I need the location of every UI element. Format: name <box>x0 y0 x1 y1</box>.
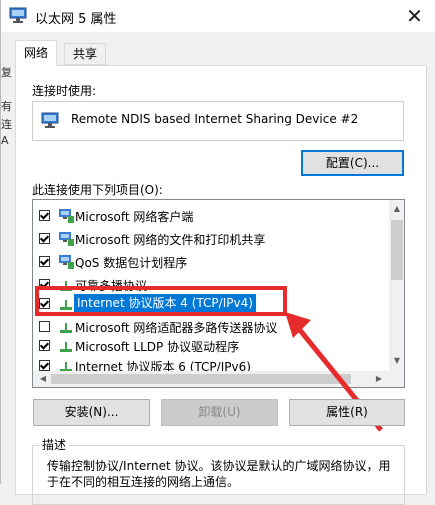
qos-scheduler-icon <box>59 255 74 269</box>
checkbox[interactable] <box>39 340 50 351</box>
install-button[interactable]: 安装(N)... <box>33 399 150 426</box>
network-adapter-icon <box>41 112 59 128</box>
properties-dialog: 复 有 连 A 以太网 5 属性 ✕ 网络 共享 连接时使用: Remote N… <box>0 0 435 505</box>
background-fragment: A <box>1 134 9 147</box>
scroll-thumb[interactable] <box>391 220 403 280</box>
close-button[interactable]: ✕ <box>393 0 435 32</box>
description-title: 描述 <box>39 436 70 453</box>
items-label: 此连接使用下列项目(O): <box>32 183 163 197</box>
scroll-up-icon[interactable]: ▲ <box>389 204 404 213</box>
file-printer-sharing-icon <box>59 232 74 246</box>
device-name: Remote NDIS based Internet Sharing Devic… <box>71 112 359 126</box>
title-bar[interactable]: 以太网 5 属性 ✕ <box>1 0 435 32</box>
connect-using-label: 连接时使用: <box>32 84 97 98</box>
properties-button[interactable]: 属性(R) <box>289 399 405 426</box>
device-display: Remote NDIS based Internet Sharing Devic… <box>32 101 404 141</box>
protocol-icon <box>60 342 72 352</box>
checkbox[interactable] <box>39 233 50 244</box>
network-client-icon <box>59 209 74 223</box>
background-fragment: 有 <box>1 100 12 113</box>
vertical-scrollbar[interactable]: ▲ ▼ <box>389 200 404 371</box>
network-adapter-icon <box>9 7 27 23</box>
window-title: 以太网 5 属性 <box>35 12 117 27</box>
list-item[interactable]: QoS 数据包计划程序 <box>33 251 389 273</box>
list-item[interactable]: Microsoft 网络客户端 <box>33 205 389 227</box>
checkbox[interactable] <box>39 321 50 332</box>
background-fragment: 复 <box>1 66 12 79</box>
list-item-label: Microsoft 网络适配器多路传送器协议 <box>75 321 278 335</box>
list-item-label: Microsoft 网络客户端 <box>75 210 194 224</box>
checkbox[interactable] <box>39 360 50 371</box>
scroll-left-icon[interactable]: ◀ <box>35 374 51 383</box>
list-item-label: Microsoft LLDP 协议驱动程序 <box>75 340 240 354</box>
tab-network[interactable]: 网络 <box>15 40 58 66</box>
scroll-down-icon[interactable]: ▼ <box>389 356 404 365</box>
background-fragment: 连 <box>1 118 12 131</box>
checkbox[interactable] <box>39 256 50 267</box>
protocol-icon <box>60 323 72 333</box>
list-item-label: Microsoft 网络的文件和打印机共享 <box>75 233 266 247</box>
list-item[interactable]: Microsoft 网络的文件和打印机共享 <box>33 228 389 250</box>
configure-button[interactable]: 配置(C)... <box>301 150 404 176</box>
uninstall-button[interactable]: 卸载(U) <box>161 399 278 426</box>
annotation-highlight-box <box>35 286 287 316</box>
checkbox[interactable] <box>39 210 50 221</box>
description-text: 传输控制协议/Internet 协议。该协议是默认的广域网络协议，用于在不同的相… <box>47 459 391 489</box>
list-item-label: QoS 数据包计划程序 <box>75 256 188 270</box>
tab-sharing[interactable]: 共享 <box>64 43 107 65</box>
